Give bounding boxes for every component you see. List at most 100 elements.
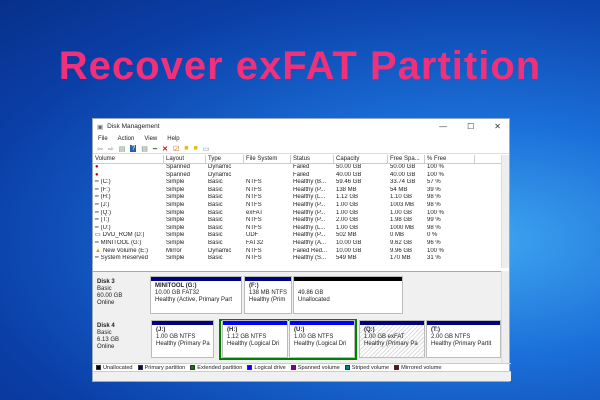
column-header[interactable]: Type [206, 155, 244, 163]
disk-3-label[interactable]: Disk 3 Basic 60.00 GB Online [93, 276, 150, 316]
table-row[interactable]: ━ (T:) Simple Basic NTFS Healthy (P... 2.00 GB… [93, 217, 503, 225]
cell: 1.00 GB [336, 201, 359, 208]
cell: 98 % [427, 224, 441, 231]
cell: Failed [293, 171, 310, 178]
partition[interactable]: MINITOOL (G:) 10.00 GB FAT32 Healthy (Acti… [150, 276, 242, 314]
cell: Basic [208, 209, 223, 216]
cell: 1.00 GB [336, 224, 359, 231]
column-header[interactable]: % Free [425, 155, 475, 163]
search-folder-icon[interactable]: ■ [194, 145, 198, 152]
cell [244, 172, 291, 180]
view-icon[interactable]: ▭ [203, 145, 210, 153]
cell: 99 % [427, 217, 441, 224]
column-header[interactable]: Capacity [334, 155, 388, 163]
table-row[interactable]: ━ (Q:) Simple Basic exFAT Healthy (P... 1.00 G… [93, 210, 503, 218]
maximize-button[interactable]: ☐ [467, 122, 474, 131]
table-row[interactable]: ▭ DVD_ROM (D:) Simple Basic UDF Healthy (P...… [93, 232, 503, 240]
disk-4-label[interactable]: Disk 4 Basic 6.13 GB Online [93, 320, 150, 360]
close-button[interactable]: ✕ [494, 122, 501, 131]
table-row[interactable]: ━ (H:) Simple Basic NTFS Healthy (L... 1.12 GB… [93, 194, 503, 202]
volume-name: (T:) [100, 217, 110, 224]
partition-info: (Q:) 1.00 GB exFAT Healthy (Primary Pa [360, 325, 424, 350]
partition[interactable]: 49.86 GB Unallocated [293, 276, 403, 314]
column-header[interactable]: Free Spa... [388, 155, 425, 163]
partition-text: 1.00 GB NTFS [156, 334, 196, 340]
partition[interactable]: (U:) 1.00 GB NTFS Healthy (Logical Dri [289, 320, 355, 358]
volume-name: (H:) [100, 194, 111, 201]
volume-name: MINITOOL (G:) [100, 239, 142, 246]
column-header[interactable]: Layout [164, 155, 206, 163]
table-row[interactable]: ● Spanned Dynamic Failed 40.00 GB 40.00 GB 100… [93, 172, 503, 180]
menu-file[interactable]: File [98, 136, 108, 142]
legend-swatch [394, 365, 400, 371]
partition[interactable]: (T:) 2.00 GB NTFS Healthy (Primary Partit [426, 320, 501, 358]
menu-action[interactable]: Action [118, 136, 135, 142]
list-scrollbar[interactable] [501, 155, 509, 268]
table-row[interactable]: ━ MINITOOL (G:) Simple Basic FAT32 Healthy (A… [93, 240, 503, 248]
table-row[interactable]: ━ (U:) Simple Basic NTFS Healthy (L... 1.00 GB… [93, 225, 503, 233]
cell: Basic [208, 194, 223, 201]
cell: 33.74 GB [390, 179, 416, 186]
forward-icon[interactable]: ⇨ [108, 145, 114, 153]
partition[interactable]: (J:) 1.00 GB NTFS Healthy (Primary Pa [151, 320, 214, 358]
cell: 96 % [427, 239, 441, 246]
cell: Simple [166, 201, 185, 208]
volume-name: (J:) [100, 201, 110, 208]
cell: 170 MB [390, 255, 411, 262]
toolbar: ⇦ ⇨ ▤ ? ▤ ━ ✕ ☑ ■ ■ ▭ [93, 144, 509, 154]
cell: 9.96 GB [390, 247, 413, 254]
table-row[interactable]: ● Spanned Dynamic Failed 50.00 GB 50.00 GB 100… [93, 164, 503, 172]
cell: Dynamic [208, 164, 232, 170]
cell: Basic [208, 224, 223, 231]
cell: Simple [166, 194, 185, 201]
cell: 50.00 GB [336, 164, 362, 170]
cell: Healthy (B... [293, 179, 327, 186]
partition-text: 1.12 GB NTFS [227, 334, 267, 340]
table-row[interactable]: ▲ New Volume (E:) Mirror Dynamic NTFS Failed … [93, 248, 503, 256]
cell: 1.00 GB [336, 209, 359, 216]
new-folder-icon[interactable]: ■ [184, 145, 188, 152]
partition-text: (T:) [431, 327, 440, 333]
headline: Recover exFAT Partition [58, 44, 542, 88]
cell: 98 % [427, 201, 441, 208]
partition-text: (J:) [156, 327, 166, 333]
cell: Basic [208, 255, 223, 262]
delete-icon[interactable]: ✕ [162, 145, 168, 153]
table-row[interactable]: ━ (F:) Simple Basic NTFS Healthy (P... 138 MB 5… [93, 187, 503, 195]
back-icon[interactable]: ⇦ [97, 145, 103, 153]
cell: Basic [208, 239, 223, 246]
partition[interactable]: (H:) 1.12 GB NTFS Healthy (Logical Dri [222, 320, 288, 358]
partition-text: Healthy (Primary Pa [156, 341, 210, 347]
window-title: Disk Management [107, 123, 160, 130]
cell: Simple [166, 217, 185, 224]
partition-text: (U:) [294, 327, 305, 333]
cell: 59.46 GB [336, 179, 362, 186]
partition-info: (T:) 2.00 GB NTFS Healthy (Primary Partit [427, 325, 500, 350]
partition-text: Healthy (Primary Pa [364, 341, 418, 347]
partition[interactable]: (Q:) 1.00 GB exFAT Healthy (Primary Pa [359, 320, 425, 358]
minimize-button[interactable]: — [439, 122, 447, 131]
partition[interactable]: (F:) 138 MB NTFS Healthy (Prim [244, 276, 292, 314]
partition-text: MINITOOL (G:) [155, 283, 197, 289]
disk-list-icon[interactable]: ▤ [119, 145, 126, 153]
disk-map-scrollbar[interactable] [501, 271, 509, 363]
cell: Simple [166, 224, 185, 231]
partition-text: Unallocated [298, 297, 330, 303]
menu-help[interactable]: Help [167, 136, 179, 142]
column-header[interactable]: File System [244, 155, 291, 163]
column-headers: Volume Layout Type File System Status Capacit… [93, 155, 503, 164]
help-icon[interactable]: ? [130, 145, 137, 152]
partition-text: (H:) [227, 327, 238, 333]
column-header[interactable]: Status [291, 155, 334, 163]
partition-text: 10.00 GB FAT32 [155, 290, 200, 296]
table-row[interactable]: ━ System Reserved Simple Basic NTFS Healthy (… [93, 255, 503, 263]
cell: NTFS [246, 247, 262, 254]
properties-icon[interactable]: ▤ [141, 145, 148, 153]
check-icon[interactable]: ☑ [173, 145, 179, 153]
disk-4-row: Disk 4 Basic 6.13 GB Online (J:) 1.00 GB … [93, 319, 503, 360]
column-header[interactable]: Volume [93, 155, 164, 163]
table-row[interactable]: ━ (J:) Simple Basic NTFS Healthy (P... 1.00 GB… [93, 202, 503, 210]
connect-icon[interactable]: ━ [153, 145, 157, 153]
menu-view[interactable]: View [144, 136, 157, 142]
table-row[interactable]: ━ (C:) Simple Basic NTFS Healthy (B... 59.46 G… [93, 179, 503, 187]
